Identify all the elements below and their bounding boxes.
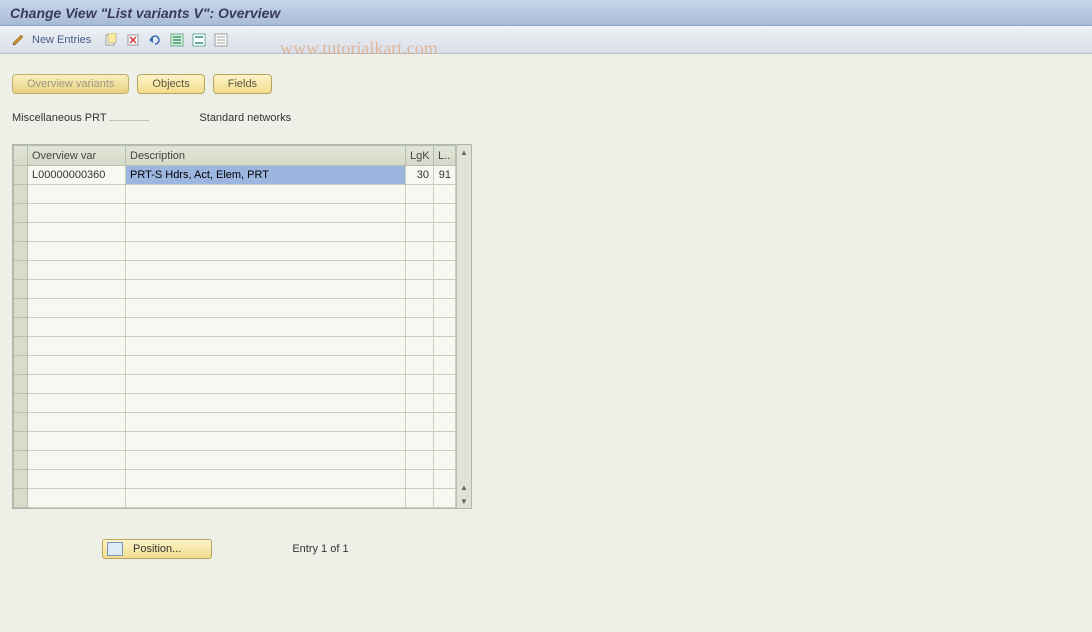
- copy-as-icon[interactable]: [103, 32, 119, 48]
- cell-overview-var[interactable]: L00000000360: [28, 166, 126, 185]
- table-row-empty[interactable]: [14, 337, 456, 356]
- view-buttons-row: Overview variants Objects Fields: [12, 74, 1080, 94]
- table-row[interactable]: L00000000360PRT-S Hdrs, Act, Elem, PRT30…: [14, 166, 456, 185]
- row-selector[interactable]: [14, 470, 28, 489]
- grid-header-lgk[interactable]: LgK: [406, 146, 434, 166]
- grid-header-row: Overview var Description LgK L..: [14, 146, 456, 166]
- grid-scrollbar[interactable]: ▲ ▲ ▼: [456, 145, 471, 508]
- row-selector[interactable]: [14, 223, 28, 242]
- row-selector[interactable]: [14, 413, 28, 432]
- table-row-empty[interactable]: [14, 280, 456, 299]
- row-selector[interactable]: [14, 185, 28, 204]
- table-row-empty[interactable]: [14, 185, 456, 204]
- row-selector[interactable]: [14, 318, 28, 337]
- cell-lgk[interactable]: 30: [406, 166, 434, 185]
- entry-count-label: Entry 1 of 1: [292, 543, 348, 555]
- page-title: Change View "List variants V": Overview: [10, 5, 280, 21]
- table-row-empty[interactable]: [14, 299, 456, 318]
- row-selector[interactable]: [14, 261, 28, 280]
- select-block-icon[interactable]: [191, 32, 207, 48]
- grid-header-selector[interactable]: [14, 146, 28, 166]
- row-selector[interactable]: [14, 166, 28, 185]
- row-selector[interactable]: [14, 242, 28, 261]
- subheader-row: Miscellaneous PRT Standard networks: [12, 112, 1080, 124]
- row-selector[interactable]: [14, 432, 28, 451]
- row-selector[interactable]: [14, 451, 28, 470]
- std-networks-label: Standard networks: [199, 112, 291, 124]
- scroll-up-icon[interactable]: ▲: [457, 145, 471, 159]
- row-selector[interactable]: [14, 375, 28, 394]
- scroll-up2-icon[interactable]: ▲: [457, 480, 471, 494]
- footer-row: Position... Entry 1 of 1: [12, 539, 1080, 559]
- display-change-icon[interactable]: [10, 32, 26, 48]
- row-selector[interactable]: [14, 394, 28, 413]
- table-row-empty[interactable]: [14, 223, 456, 242]
- content-area: Overview variants Objects Fields Miscell…: [0, 54, 1092, 571]
- row-selector[interactable]: [14, 280, 28, 299]
- row-selector[interactable]: [14, 489, 28, 508]
- fields-button[interactable]: Fields: [213, 74, 272, 94]
- scroll-down-icon[interactable]: ▼: [457, 494, 471, 508]
- position-label: Position...: [133, 543, 181, 555]
- table-row-empty[interactable]: [14, 413, 456, 432]
- misc-prt-label: Miscellaneous PRT: [12, 112, 106, 124]
- table-row-empty[interactable]: [14, 242, 456, 261]
- table-row-empty[interactable]: [14, 204, 456, 223]
- grid-container: Overview var Description LgK L.. L000000…: [12, 144, 472, 509]
- grid-header-overview-var[interactable]: Overview var: [28, 146, 126, 166]
- table-row-empty[interactable]: [14, 489, 456, 508]
- new-entries-button[interactable]: New Entries: [32, 34, 91, 46]
- grid-header-description[interactable]: Description: [126, 146, 406, 166]
- position-icon: [107, 542, 123, 556]
- undo-icon[interactable]: [147, 32, 163, 48]
- cell-l[interactable]: 91: [434, 166, 456, 185]
- row-selector[interactable]: [14, 356, 28, 375]
- objects-button[interactable]: Objects: [137, 74, 204, 94]
- deselect-all-icon[interactable]: [213, 32, 229, 48]
- cell-description[interactable]: PRT-S Hdrs, Act, Elem, PRT: [126, 166, 406, 185]
- table-row-empty[interactable]: [14, 394, 456, 413]
- position-button[interactable]: Position...: [102, 539, 212, 559]
- title-bar: Change View "List variants V": Overview: [0, 0, 1092, 26]
- grid-header-l[interactable]: L..: [434, 146, 456, 166]
- select-all-icon[interactable]: [169, 32, 185, 48]
- table-row-empty[interactable]: [14, 432, 456, 451]
- overview-grid[interactable]: Overview var Description LgK L.. L000000…: [13, 145, 456, 508]
- row-selector[interactable]: [14, 337, 28, 356]
- table-row-empty[interactable]: [14, 318, 456, 337]
- misc-prt-field[interactable]: [109, 120, 149, 121]
- table-row-empty[interactable]: [14, 261, 456, 280]
- delete-icon[interactable]: [125, 32, 141, 48]
- row-selector[interactable]: [14, 204, 28, 223]
- table-row-empty[interactable]: [14, 356, 456, 375]
- overview-variants-button[interactable]: Overview variants: [12, 74, 129, 94]
- table-row-empty[interactable]: [14, 470, 456, 489]
- table-row-empty[interactable]: [14, 375, 456, 394]
- table-row-empty[interactable]: [14, 451, 456, 470]
- application-toolbar: New Entries: [0, 26, 1092, 54]
- row-selector[interactable]: [14, 299, 28, 318]
